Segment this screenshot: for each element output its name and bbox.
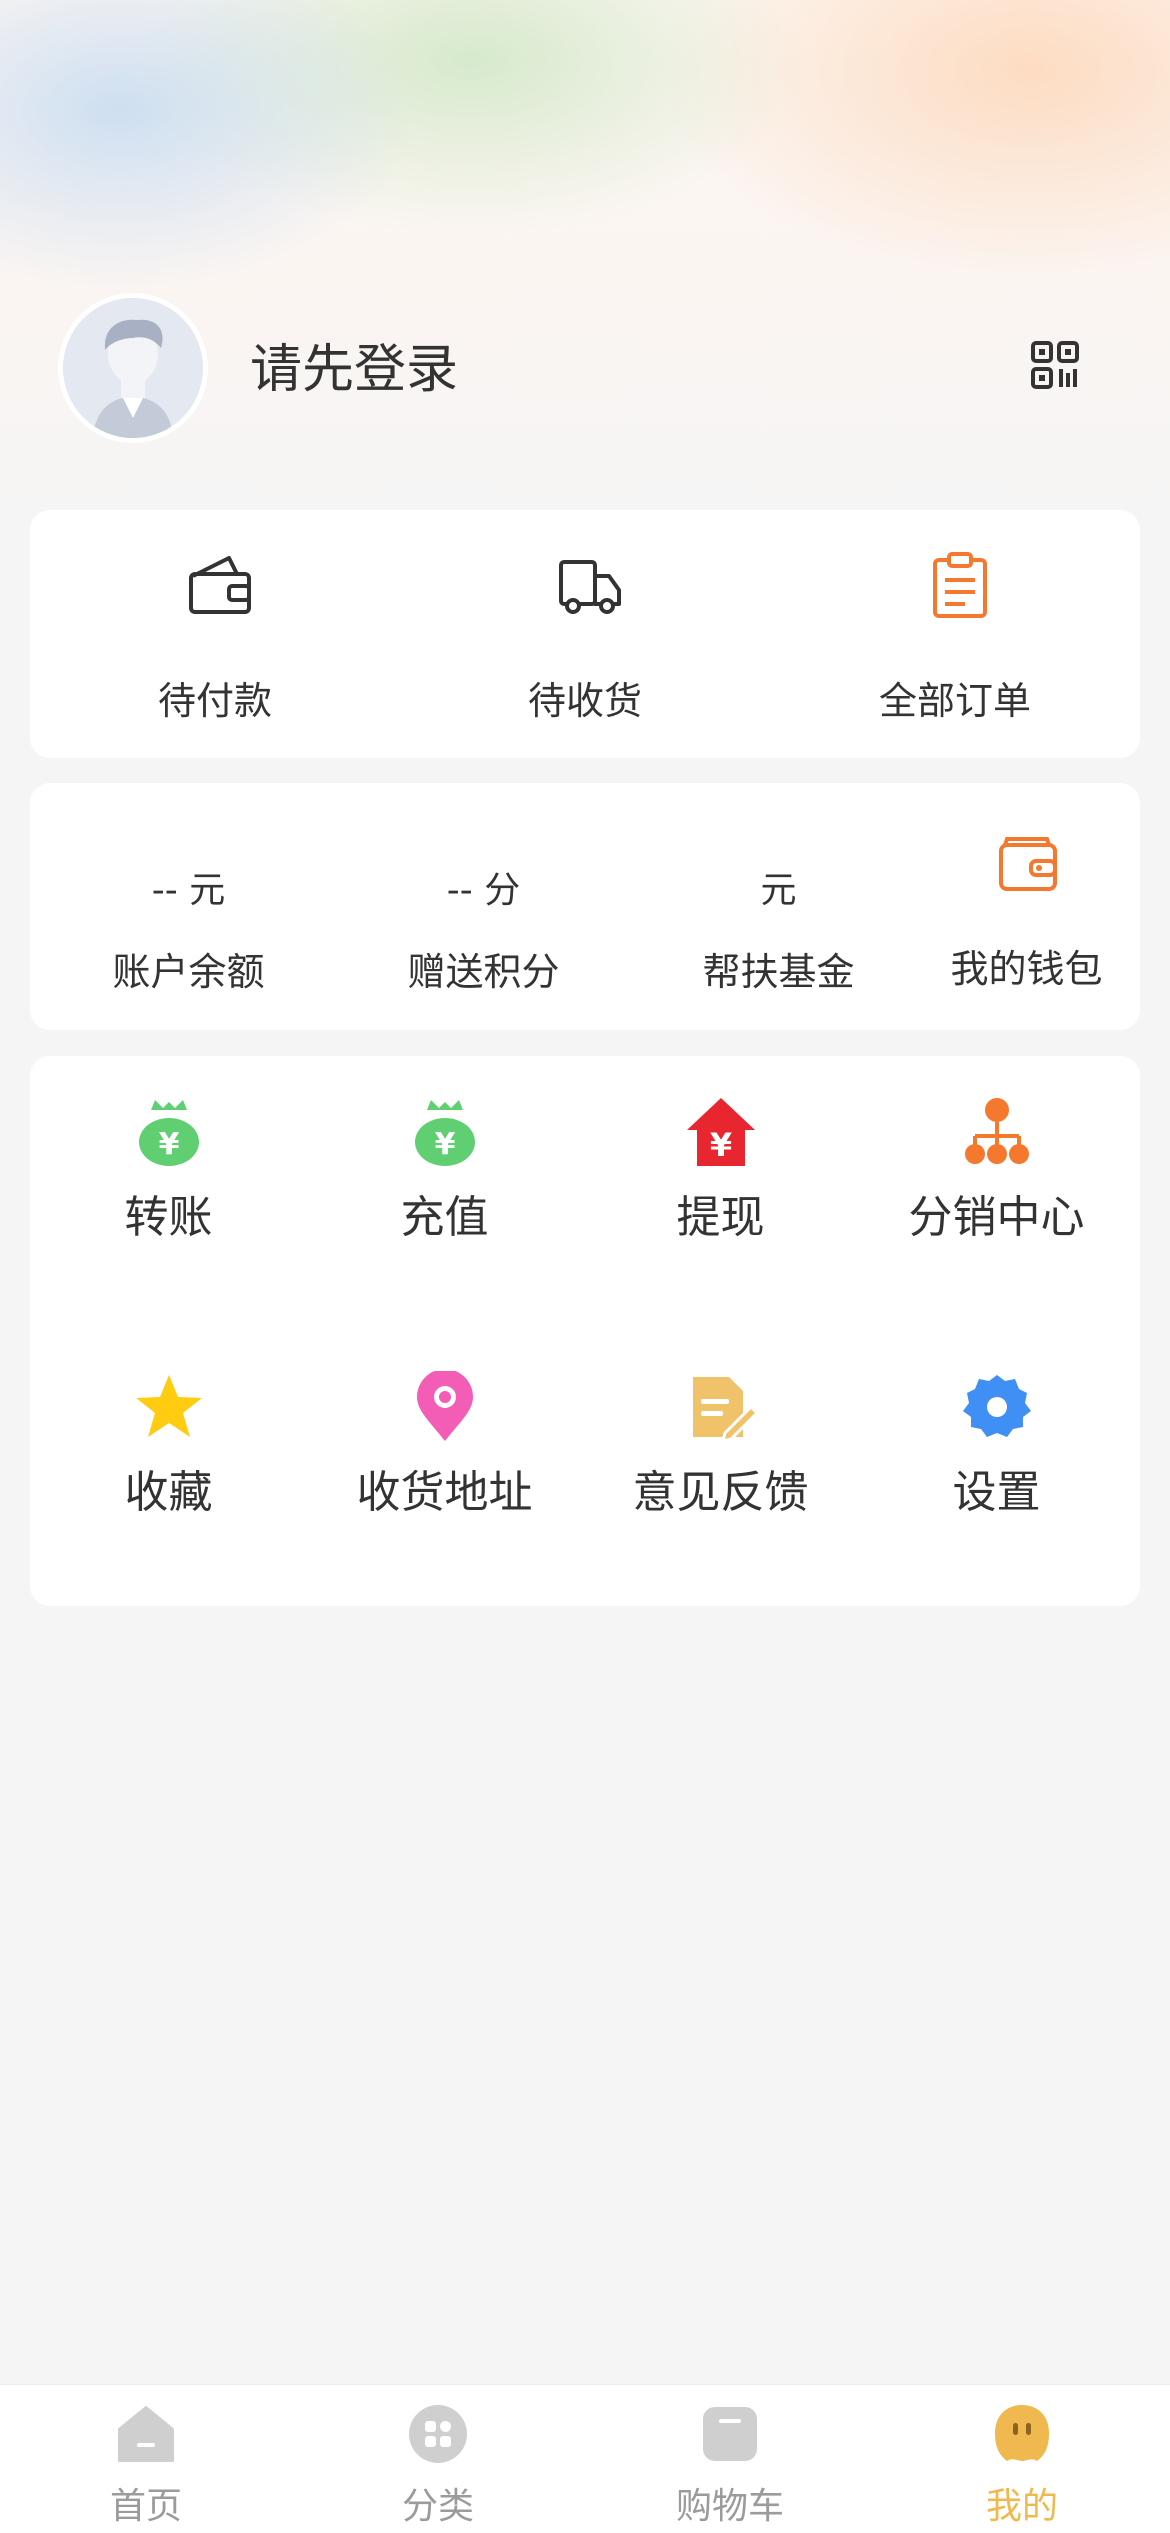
- wallet-card: -- 元 账户余额 -- 分 赠送积分 元 帮扶基金 我的钱包: [30, 783, 1140, 1030]
- tool-recharge-label: 充值: [400, 1192, 489, 1243]
- home-icon: [118, 2406, 174, 2462]
- profile-header: [0, 0, 1170, 520]
- order-all[interactable]: 全部订单: [770, 510, 1140, 758]
- money-bag-icon: ¥: [139, 1100, 199, 1166]
- tool-favorites-label: 收藏: [124, 1467, 213, 1518]
- tab-category-label: 分类: [401, 2486, 474, 2527]
- svg-text:¥: ¥: [435, 1127, 456, 1162]
- tab-category[interactable]: 分类: [292, 2385, 584, 2533]
- cart-icon: [703, 2407, 757, 2461]
- tab-home-label: 首页: [109, 2486, 182, 2527]
- gear-icon: [963, 1375, 1031, 1437]
- tool-distribution-center[interactable]: 分销中心: [858, 1056, 1135, 1331]
- tool-withdraw[interactable]: ¥ 提现: [582, 1056, 859, 1331]
- document-edit-icon: [693, 1377, 757, 1443]
- wallet-icon: [999, 837, 1057, 891]
- svg-text:¥: ¥: [159, 1127, 180, 1162]
- order-pending-payment[interactable]: 待付款: [30, 510, 400, 758]
- bonus-points[interactable]: -- 分 赠送积分: [345, 783, 622, 1030]
- order-pending-receipt[interactable]: 待收货: [400, 510, 770, 758]
- tab-mine[interactable]: 我的: [876, 2385, 1168, 2533]
- my-wallet-label: 我的钱包: [950, 947, 1103, 991]
- tool-feedback-label: 意见反馈: [632, 1467, 809, 1518]
- svg-text:¥: ¥: [710, 1126, 732, 1164]
- wallet-icon: [189, 556, 251, 614]
- profile-icon: [995, 2405, 1049, 2461]
- support-fund[interactable]: 元 帮扶基金: [640, 783, 917, 1030]
- qr-code-icon[interactable]: [1030, 340, 1080, 390]
- fund-label: 帮扶基金: [702, 950, 855, 994]
- tool-settings-label: 设置: [952, 1467, 1041, 1518]
- tool-transfer-label: 转账: [124, 1192, 213, 1243]
- tools-card: ¥ 转账 ¥ 充值 ¥ 提现 分销中心 收藏 收货地址 意见反馈 设置: [30, 1056, 1140, 1606]
- tab-home[interactable]: 首页: [0, 2385, 292, 2533]
- hierarchy-icon: [965, 1098, 1029, 1164]
- points-value: -- 分: [446, 870, 521, 911]
- tool-settings[interactable]: 设置: [858, 1331, 1135, 1606]
- login-prompt[interactable]: 请先登录: [250, 340, 458, 400]
- clipboard-icon: [933, 552, 987, 618]
- account-balance[interactable]: -- 元 账户余额: [50, 783, 327, 1030]
- tool-transfer[interactable]: ¥ 转账: [30, 1056, 307, 1331]
- tab-cart[interactable]: 购物车: [584, 2385, 876, 2533]
- balance-value: -- 元: [151, 870, 226, 911]
- order-all-label: 全部订单: [878, 679, 1031, 723]
- tool-shipping-address[interactable]: 收货地址: [306, 1331, 583, 1606]
- truck-icon: [559, 560, 621, 614]
- tab-mine-label: 我的: [985, 2486, 1058, 2527]
- tool-feedback[interactable]: 意见反馈: [582, 1331, 859, 1606]
- star-icon: [136, 1375, 202, 1437]
- bottom-tab-bar: 首页 分类 购物车 我的: [0, 2384, 1170, 2533]
- tool-favorites[interactable]: 收藏: [30, 1331, 307, 1606]
- location-pin-icon: [417, 1371, 473, 1441]
- tab-cart-label: 购物车: [675, 2486, 784, 2527]
- default-avatar-icon: [63, 298, 203, 438]
- tool-recharge[interactable]: ¥ 充值: [306, 1056, 583, 1331]
- tool-address-label: 收货地址: [356, 1467, 533, 1518]
- points-label: 赠送积分: [407, 950, 560, 994]
- category-icon: [409, 2405, 467, 2463]
- fund-value: 元: [760, 870, 797, 911]
- order-pending-receipt-label: 待收货: [527, 679, 642, 723]
- order-pending-payment-label: 待付款: [157, 679, 272, 723]
- balance-label: 账户余额: [112, 950, 265, 994]
- my-wallet[interactable]: 我的钱包: [888, 783, 1165, 1030]
- money-bag-icon: ¥: [415, 1100, 475, 1166]
- tool-distribution-label: 分销中心: [908, 1192, 1085, 1243]
- avatar[interactable]: [58, 293, 208, 443]
- orders-card: 待付款 待收货 全部订单: [30, 510, 1140, 758]
- tool-withdraw-label: 提现: [676, 1192, 765, 1243]
- house-yen-icon: ¥: [687, 1098, 755, 1166]
